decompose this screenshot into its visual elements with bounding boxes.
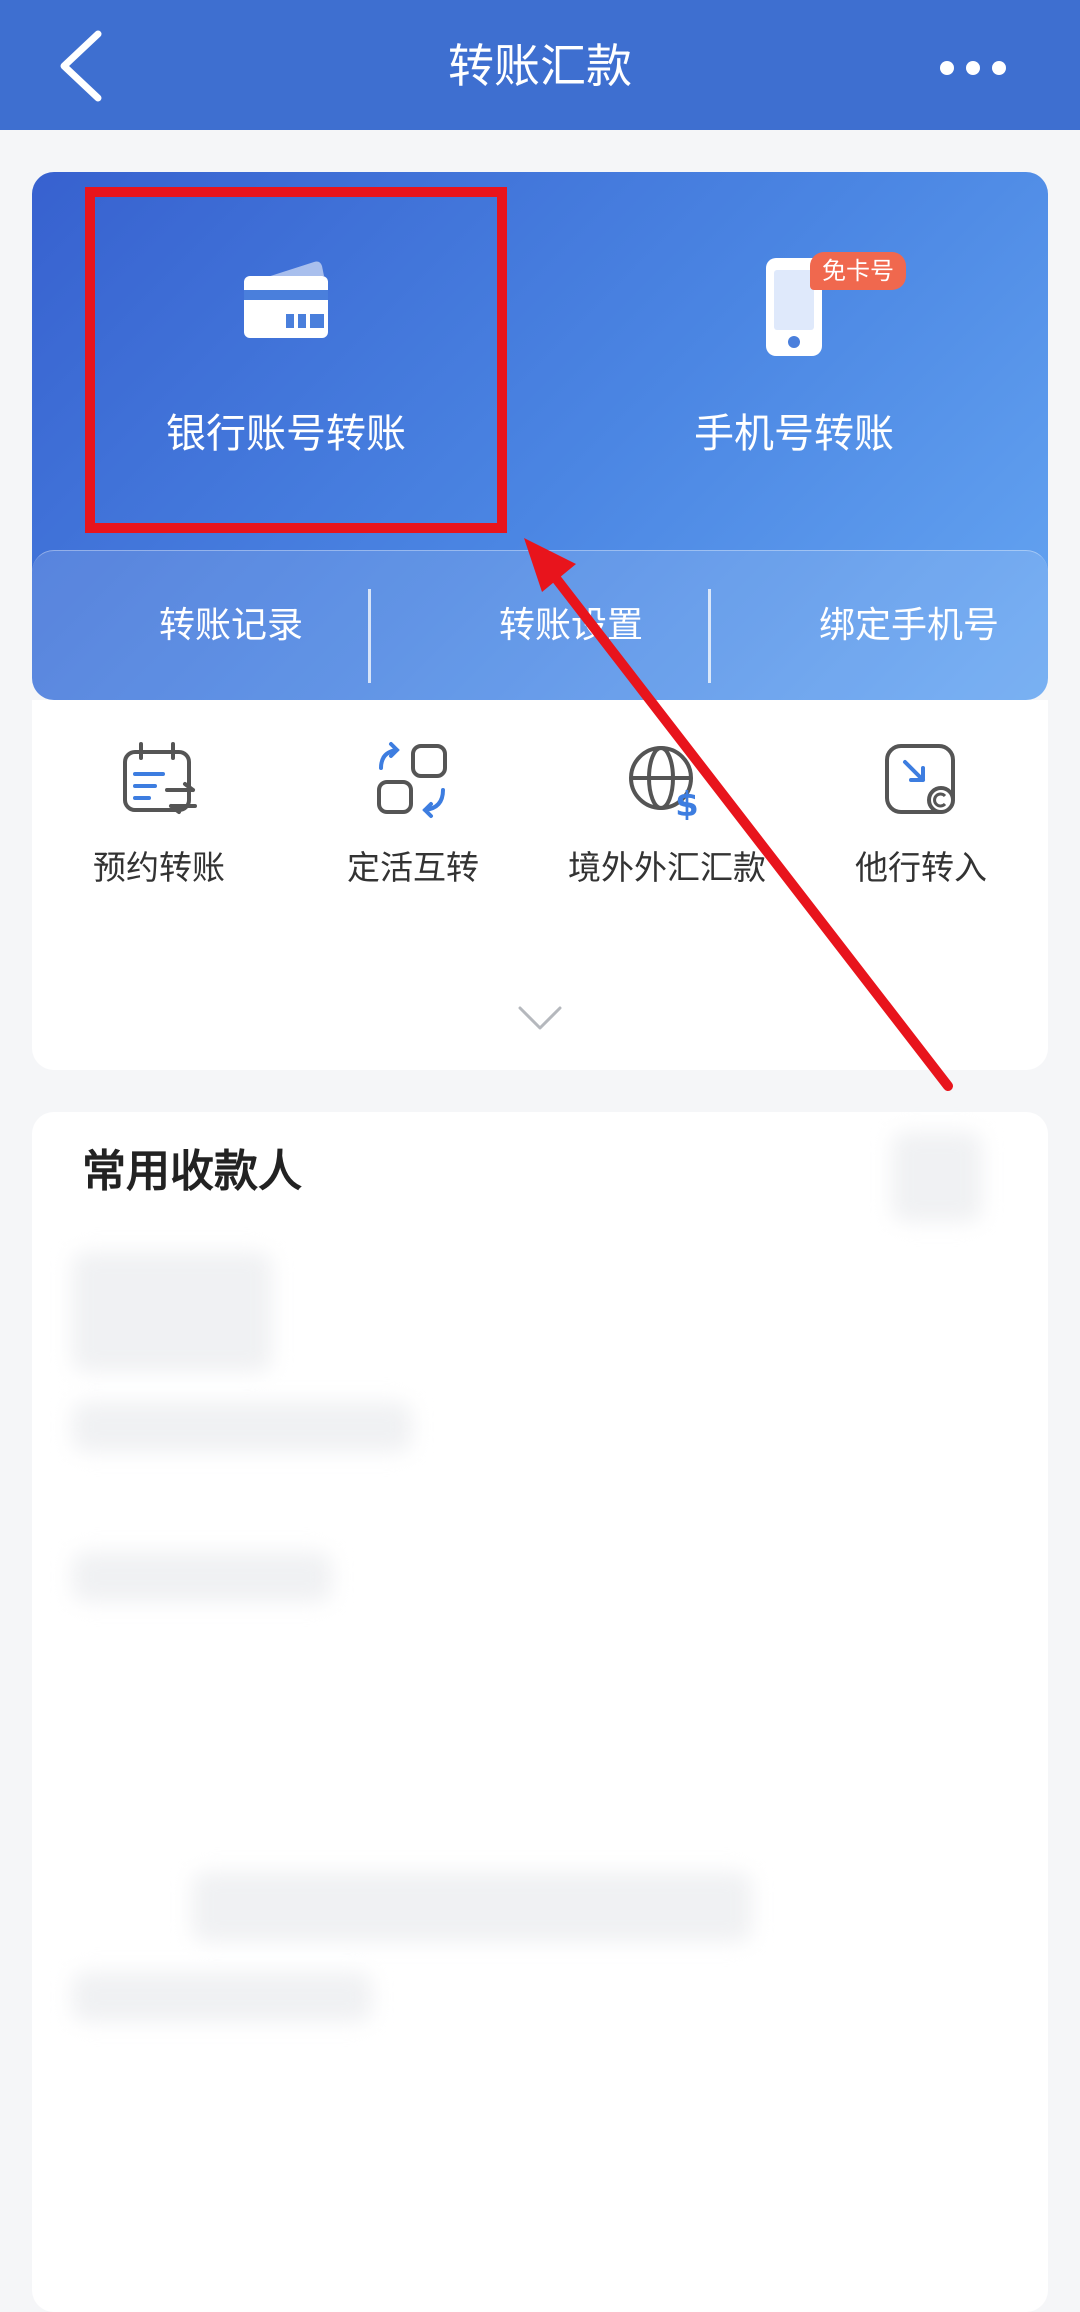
- bank-card-icon: [244, 261, 328, 338]
- calendar-transfer-icon: [123, 742, 197, 814]
- transfer-records-button[interactable]: 转账记录: [62, 551, 400, 700]
- fixed-current-exchange-button[interactable]: 定活互转: [286, 700, 540, 930]
- frequent-payees-card: 常用收款人: [32, 1112, 1048, 2312]
- scheduled-transfer-button[interactable]: 预约转账: [32, 700, 286, 930]
- overseas-remittance-button[interactable]: $ 境外外汇汇款: [540, 700, 794, 930]
- chevron-down-icon: [518, 1006, 562, 1030]
- blurred-payee-placeholder: [72, 1972, 372, 2022]
- svg-text:$: $: [675, 785, 699, 820]
- divider: [708, 589, 711, 683]
- more-dots-icon: [940, 61, 1006, 75]
- blurred-payee-placeholder: [72, 1252, 272, 1372]
- exchange-squares-icon: [377, 742, 447, 818]
- globe-dollar-icon: $: [629, 746, 699, 820]
- frequent-payees-title: 常用收款人: [82, 1146, 302, 1197]
- phone-number-transfer-label: 手机号转账: [694, 411, 894, 457]
- scheduled-transfer-label: 预约转账: [93, 848, 225, 887]
- incoming-transfer-icon: [885, 744, 955, 814]
- no-card-badge: 免卡号: [810, 252, 906, 290]
- blurred-payee-placeholder: [72, 1402, 412, 1452]
- other-bank-incoming-button[interactable]: 他行转入: [794, 700, 1048, 930]
- phone-number-transfer-button[interactable]: 免卡号 手机号转账: [540, 172, 1048, 552]
- transfer-hero-card: 银行账号转账 免卡号 手机号转账 转账记录 转账设置 绑定手机号: [32, 172, 1048, 700]
- blurred-payee-placeholder: [192, 1872, 752, 1942]
- fixed-current-exchange-label: 定活互转: [347, 848, 479, 887]
- more-button[interactable]: [938, 50, 1008, 86]
- page-title: 转账汇款: [448, 39, 632, 93]
- bank-account-transfer-label: 银行账号转账: [166, 411, 406, 457]
- blurred-payee-placeholder: [892, 1132, 982, 1222]
- header-bar: 转账汇款: [0, 0, 1080, 130]
- hero-action-bar: 转账记录 转账设置 绑定手机号: [32, 550, 1048, 700]
- expand-more-button[interactable]: [516, 1000, 564, 1036]
- blurred-payee-placeholder: [72, 1552, 332, 1602]
- transfer-settings-button[interactable]: 转账设置: [402, 551, 740, 700]
- bank-account-transfer-button[interactable]: 银行账号转账: [32, 172, 540, 552]
- quick-actions-panel: 预约转账 定活互转 $ 境外外汇汇款 他行转入: [32, 700, 1048, 1070]
- divider: [368, 589, 371, 683]
- other-bank-incoming-label: 他行转入: [855, 848, 987, 887]
- overseas-remittance-label: 境外外汇汇款: [568, 848, 766, 887]
- bind-phone-button[interactable]: 绑定手机号: [740, 551, 1048, 700]
